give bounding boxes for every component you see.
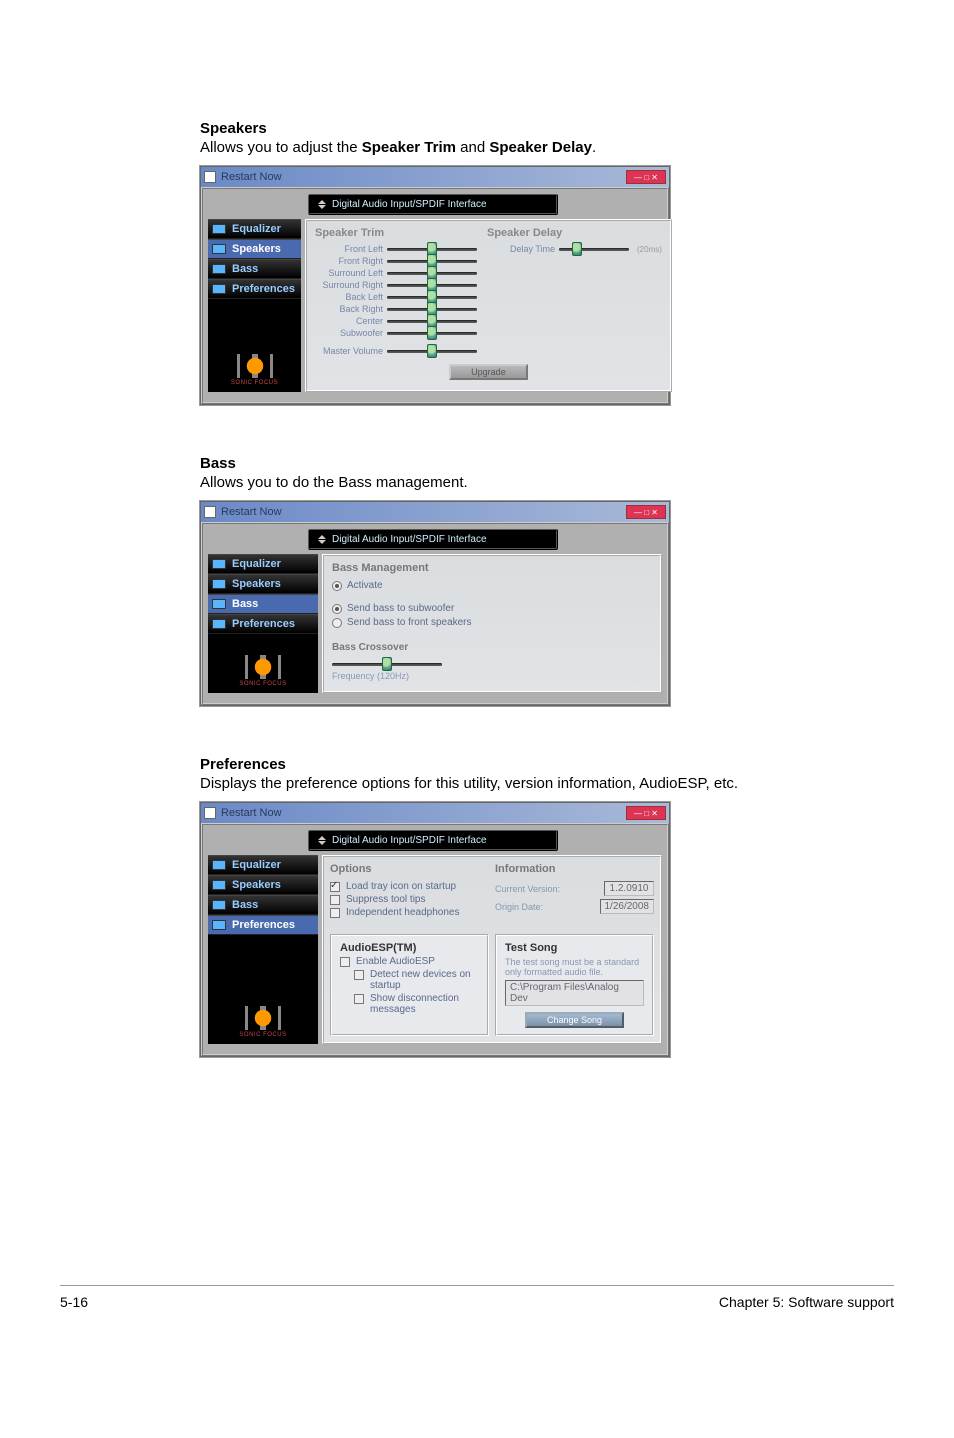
tab-preferences[interactable]: Preferences <box>208 279 301 299</box>
page-footer: 5-16 Chapter 5: Software support <box>60 1285 894 1310</box>
close-icon[interactable]: ― □ ✕ <box>626 806 666 820</box>
page-number: 5-16 <box>60 1294 88 1310</box>
send-front-radio[interactable]: Send bass to front speakers <box>332 617 652 628</box>
tab-bass[interactable]: Bass <box>208 594 318 614</box>
prefs-heading: Preferences <box>200 756 854 773</box>
preferences-section: Preferences Displays the preference opti… <box>200 756 854 1057</box>
center-slider[interactable] <box>387 316 477 326</box>
delay-title: Speaker Delay <box>487 227 662 239</box>
send-sub-radio[interactable]: Send bass to subwoofer <box>332 603 652 614</box>
breadcrumb[interactable]: Digital Audio Input/SPDIF Interface <box>308 830 558 851</box>
window-titlebar: Restart Now ― □ ✕ <box>201 167 669 187</box>
bass-main-panel: Bass Management Activate Send bass to su… <box>322 554 662 693</box>
bass-section: Bass Allows you to do the Bass managemen… <box>200 455 854 706</box>
window-title: Restart Now <box>221 506 282 518</box>
bass-window: Restart Now ― □ ✕ Digital Audio Input/SP… <box>200 501 670 706</box>
speakers-desc: Allows you to adjust the Speaker Trim an… <box>200 139 854 156</box>
delay-slider[interactable] <box>559 244 629 254</box>
tab-speakers[interactable]: Speakers <box>208 574 318 594</box>
window-titlebar: Restart Now ― □ ✕ <box>201 803 669 823</box>
app-icon <box>204 807 216 819</box>
esp-enable[interactable]: Enable AudioESP <box>340 956 479 967</box>
breadcrumb[interactable]: Digital Audio Input/SPDIF Interface <box>308 529 558 550</box>
bass-heading: Bass <box>200 455 854 472</box>
frequency-label: Frequency (120Hz) <box>332 671 652 681</box>
crossover-title: Bass Crossover <box>332 642 652 653</box>
tab-preferences[interactable]: Preferences <box>208 915 318 935</box>
close-icon[interactable]: ― □ ✕ <box>626 505 666 519</box>
spin-icon[interactable] <box>318 535 326 544</box>
version-field: 1.2.0910 <box>604 881 654 896</box>
esp-title: AudioESP(TM) <box>340 942 479 954</box>
speakers-section: Speakers Allows you to adjust the Speake… <box>200 120 854 405</box>
date-field: 1/26/2008 <box>600 899 655 914</box>
app-icon <box>204 506 216 518</box>
speakers-heading: Speakers <box>200 120 854 137</box>
esp-msg[interactable]: Show disconnection messages <box>354 993 479 1015</box>
trim-title: Speaker Trim <box>315 227 477 239</box>
info-title: Information <box>495 863 654 875</box>
audioesp-panel: AudioESP(TM) Enable AudioESP Detect new … <box>330 934 489 1036</box>
opt-ind[interactable]: Independent headphones <box>330 907 489 918</box>
surround-right-slider[interactable] <box>387 280 477 290</box>
change-song-button[interactable]: Change Song <box>525 1012 624 1028</box>
breadcrumb[interactable]: Digital Audio Input/SPDIF Interface <box>308 194 558 215</box>
preferences-window: Restart Now ― □ ✕ Digital Audio Input/SP… <box>200 802 670 1057</box>
logo: SONIC FOCUS <box>208 996 318 1044</box>
prefs-desc: Displays the preference options for this… <box>200 775 854 792</box>
sidebar: Equalizer Speakers Bass Preferences SONI… <box>208 219 301 392</box>
app-icon <box>204 171 216 183</box>
window-titlebar: Restart Now ― □ ✕ <box>201 502 669 522</box>
test-song-panel: Test Song The test song must be a standa… <box>495 934 654 1036</box>
bass-desc: Allows you to do the Bass management. <box>200 474 854 491</box>
window-title: Restart Now <box>221 171 282 183</box>
tab-bass[interactable]: Bass <box>208 895 318 915</box>
close-icon[interactable]: ― □ ✕ <box>626 170 666 184</box>
activate-radio[interactable]: Activate <box>332 580 652 591</box>
tab-speakers[interactable]: Speakers <box>208 239 301 259</box>
front-right-slider[interactable] <box>387 256 477 266</box>
chapter-label: Chapter 5: Software support <box>719 1294 894 1310</box>
subwoofer-slider[interactable] <box>387 328 477 338</box>
front-left-slider[interactable] <box>387 244 477 254</box>
crossover-slider[interactable] <box>332 659 442 669</box>
opt-tips[interactable]: Suppress tool tips <box>330 894 489 905</box>
opt-tray[interactable]: Load tray icon on startup <box>330 881 489 892</box>
esp-detect[interactable]: Detect new devices on startup <box>354 969 479 991</box>
tab-bass[interactable]: Bass <box>208 259 301 279</box>
master-volume-slider[interactable] <box>387 346 477 356</box>
surround-left-slider[interactable] <box>387 268 477 278</box>
test-desc: The test song must be a standard only fo… <box>505 957 644 977</box>
prefs-main-panel: Options Load tray icon on startup Suppre… <box>322 855 662 1044</box>
speakers-window: Restart Now ― □ ✕ Digital Audio Input/SP… <box>200 166 670 405</box>
logo: SONIC FOCUS <box>208 344 301 392</box>
bass-panel-title: Bass Management <box>332 562 652 574</box>
tab-equalizer[interactable]: Equalizer <box>208 855 318 875</box>
test-path-field[interactable]: C:\Program Files\Analog Dev <box>505 980 644 1006</box>
window-title: Restart Now <box>221 807 282 819</box>
tab-equalizer[interactable]: Equalizer <box>208 219 301 239</box>
options-title: Options <box>330 863 489 875</box>
logo: SONIC FOCUS <box>208 645 318 693</box>
back-left-slider[interactable] <box>387 292 477 302</box>
back-right-slider[interactable] <box>387 304 477 314</box>
tab-speakers[interactable]: Speakers <box>208 875 318 895</box>
upgrade-button[interactable]: Upgrade <box>449 364 528 380</box>
test-title: Test Song <box>505 942 644 954</box>
spin-icon[interactable] <box>318 836 326 845</box>
tab-preferences[interactable]: Preferences <box>208 614 318 634</box>
sidebar: Equalizer Speakers Bass Preferences SONI… <box>208 554 318 693</box>
speakers-main-panel: Speaker Trim Front Left Front Right Surr… <box>305 219 672 392</box>
sidebar: Equalizer Speakers Bass Preferences SONI… <box>208 855 318 1044</box>
tab-equalizer[interactable]: Equalizer <box>208 554 318 574</box>
spin-icon[interactable] <box>318 200 326 209</box>
